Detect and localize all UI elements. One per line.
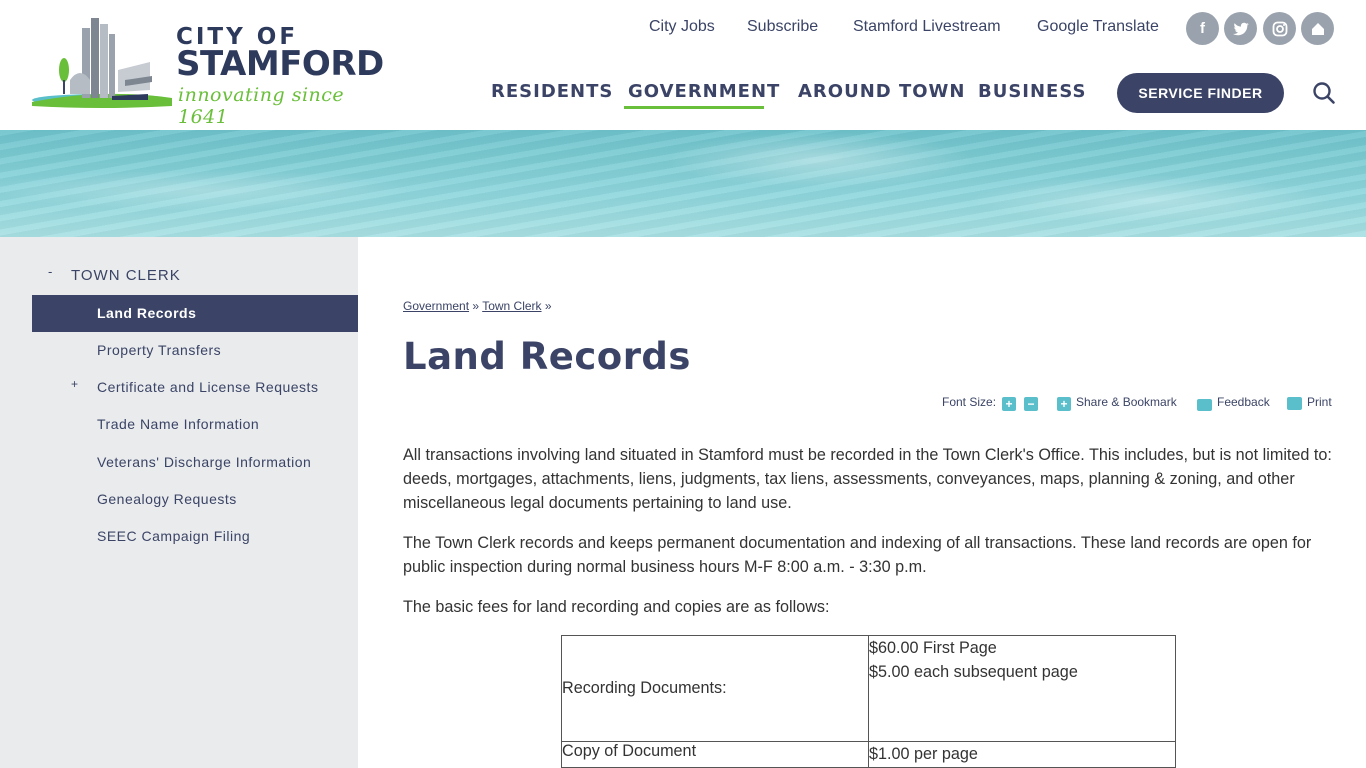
sidebar-item-trade-name[interactable]: Trade Name Information — [32, 406, 358, 443]
fee-label: Recording Documents: — [561, 635, 869, 742]
page-title: Land Records — [403, 335, 691, 378]
site-header: CITY OF STAMFORD innovating since 1641 C… — [0, 0, 1366, 130]
font-size-label: Font Size: — [942, 395, 997, 409]
print-icon[interactable] — [1287, 397, 1302, 410]
table-row: Recording Documents: $60.00 First Page $… — [561, 635, 1176, 742]
util-link-city-jobs[interactable]: City Jobs — [649, 18, 715, 36]
sidebar-item-label: Certificate and License Requests — [97, 379, 319, 395]
feedback-link[interactable]: Feedback — [1217, 395, 1270, 409]
logo-tagline: innovating since 1641 — [178, 84, 345, 128]
font-increase-icon[interactable]: + — [1002, 397, 1016, 411]
nav-residents[interactable]: RESIDENTS — [491, 81, 613, 102]
main-content: Government » Town Clerk » Land Records F… — [403, 237, 1335, 768]
font-decrease-icon[interactable]: − — [1024, 397, 1038, 411]
share-bookmark-link[interactable]: Share & Bookmark — [1076, 395, 1177, 409]
fee-table: Recording Documents: $60.00 First Page $… — [561, 635, 1176, 768]
city-logo[interactable]: CITY OF STAMFORD innovating since 1641 — [30, 10, 390, 128]
breadcrumb-separator: » — [472, 299, 480, 313]
fee-values: $60.00 First Page $5.00 each subsequent … — [868, 635, 1176, 742]
sidebar-item-label: Land Records — [97, 305, 197, 321]
water-banner — [0, 130, 1366, 237]
sidebar-item-veterans-discharge[interactable]: Veterans' Discharge Information — [32, 444, 358, 481]
breadcrumb: Government » Town Clerk » — [403, 299, 552, 313]
sidebar-item-property-transfers[interactable]: Property Transfers — [32, 332, 358, 369]
sidebar-item-label: Property Transfers — [97, 342, 222, 358]
fee-value: $5.00 each subsequent page — [869, 663, 1078, 681]
fee-value: $60.00 First Page — [869, 639, 997, 657]
sidebar-item-label: Veterans' Discharge Information — [97, 454, 312, 470]
breadcrumb-separator: » — [544, 299, 552, 313]
sidebar-item-certificate-license[interactable]: + Certificate and License Requests — [32, 369, 358, 406]
sidebar-item-label: Trade Name Information — [97, 416, 260, 432]
logo-name: STAMFORD — [176, 44, 384, 84]
fee-values: $1.00 per page — [868, 741, 1176, 768]
util-link-livestream[interactable]: Stamford Livestream — [853, 18, 1001, 36]
fee-value: $1.00 per page — [869, 745, 978, 763]
print-link[interactable]: Print — [1307, 395, 1332, 409]
nav-business[interactable]: BUSINESS — [978, 81, 1086, 102]
intro-paragraph: All transactions involving land situated… — [403, 446, 1332, 512]
twitter-icon[interactable] — [1224, 12, 1257, 45]
util-link-subscribe[interactable]: Subscribe — [747, 18, 818, 36]
expand-toggle[interactable]: + — [71, 377, 78, 391]
breadcrumb-government[interactable]: Government — [403, 299, 469, 313]
sidebar-nav: - TOWN CLERK Land Records Property Trans… — [0, 237, 358, 768]
feedback-icon[interactable] — [1197, 398, 1212, 411]
sidebar-heading-town-clerk[interactable]: TOWN CLERK — [71, 267, 181, 284]
nav-around-town[interactable]: AROUND TOWN — [798, 81, 965, 102]
nextdoor-icon[interactable] — [1301, 12, 1334, 45]
sidebar-item-land-records[interactable]: Land Records — [32, 295, 358, 332]
sidebar-item-label: SEEC Campaign Filing — [97, 528, 251, 544]
active-nav-indicator — [624, 106, 764, 109]
breadcrumb-town-clerk[interactable]: Town Clerk — [482, 299, 541, 313]
instagram-icon[interactable] — [1263, 12, 1296, 45]
service-finder-button[interactable]: SERVICE FINDER — [1117, 73, 1284, 113]
facebook-icon[interactable]: f — [1186, 12, 1219, 45]
sidebar-item-seec-campaign[interactable]: SEEC Campaign Filing — [32, 518, 358, 555]
collapse-toggle[interactable]: - — [48, 264, 52, 279]
fee-label: Copy of Document — [561, 741, 869, 768]
search-icon[interactable] — [1311, 80, 1337, 106]
sidebar-item-label: Genealogy Requests — [97, 491, 237, 507]
stamford-skyline-icon — [32, 18, 172, 108]
records-paragraph: The Town Clerk records and keeps permane… — [403, 534, 1312, 576]
share-icon[interactable]: + — [1057, 397, 1071, 411]
nav-government[interactable]: GOVERNMENT — [628, 81, 780, 102]
table-row: Copy of Document $1.00 per page — [561, 741, 1176, 768]
sidebar-item-genealogy[interactable]: Genealogy Requests — [32, 481, 358, 518]
fees-intro-paragraph: The basic fees for land recording and co… — [403, 598, 830, 616]
util-link-google-translate[interactable]: Google Translate — [1037, 18, 1159, 36]
page-tools: Font Size: + − + Share & Bookmark Feedba… — [942, 395, 1335, 413]
